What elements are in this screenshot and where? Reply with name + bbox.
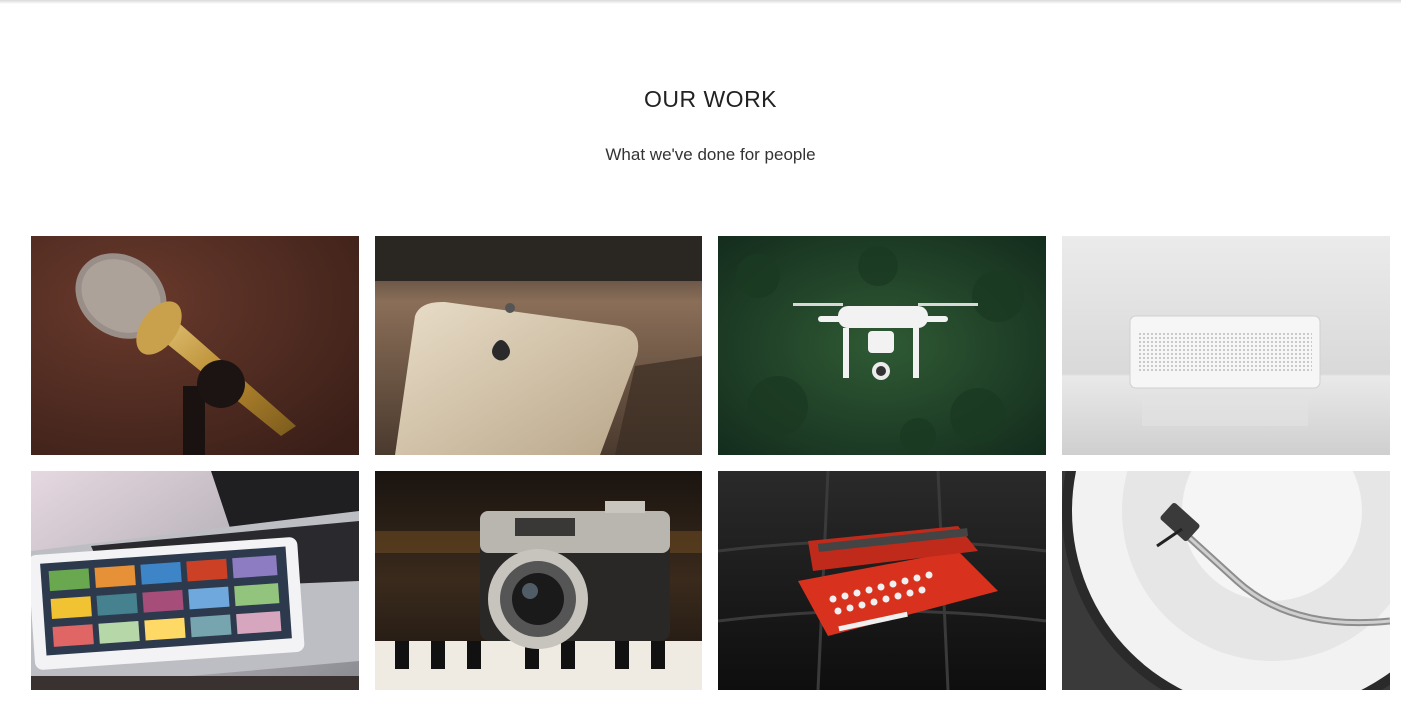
portfolio-item-camera[interactable] bbox=[375, 471, 702, 690]
portfolio-item-typewriter[interactable] bbox=[718, 471, 1046, 690]
portfolio-item-drone[interactable] bbox=[718, 236, 1046, 455]
our-work-section: OUR WORK What we've done for people bbox=[0, 0, 1401, 705]
section-subtitle: What we've done for people bbox=[605, 145, 816, 164]
header-shadow bbox=[0, 0, 1401, 4]
microphone-image bbox=[31, 236, 359, 455]
portfolio-item-tablet-laptop[interactable] bbox=[31, 471, 359, 690]
portfolio-item-smartphone[interactable] bbox=[375, 236, 702, 455]
tablet-laptop-image bbox=[31, 471, 359, 690]
portfolio-item-speaker[interactable] bbox=[1062, 236, 1390, 455]
typewriter-image bbox=[718, 471, 1046, 690]
drone-image bbox=[718, 236, 1046, 455]
portfolio-item-turntable[interactable] bbox=[1062, 471, 1390, 690]
section-title: OUR WORK bbox=[643, 86, 778, 112]
speaker-image bbox=[1062, 236, 1390, 455]
camera-image bbox=[375, 471, 702, 690]
portfolio-grid bbox=[31, 236, 1390, 690]
turntable-image bbox=[1062, 471, 1390, 690]
smartphone-image bbox=[375, 236, 702, 455]
portfolio-item-microphone[interactable] bbox=[31, 236, 359, 455]
